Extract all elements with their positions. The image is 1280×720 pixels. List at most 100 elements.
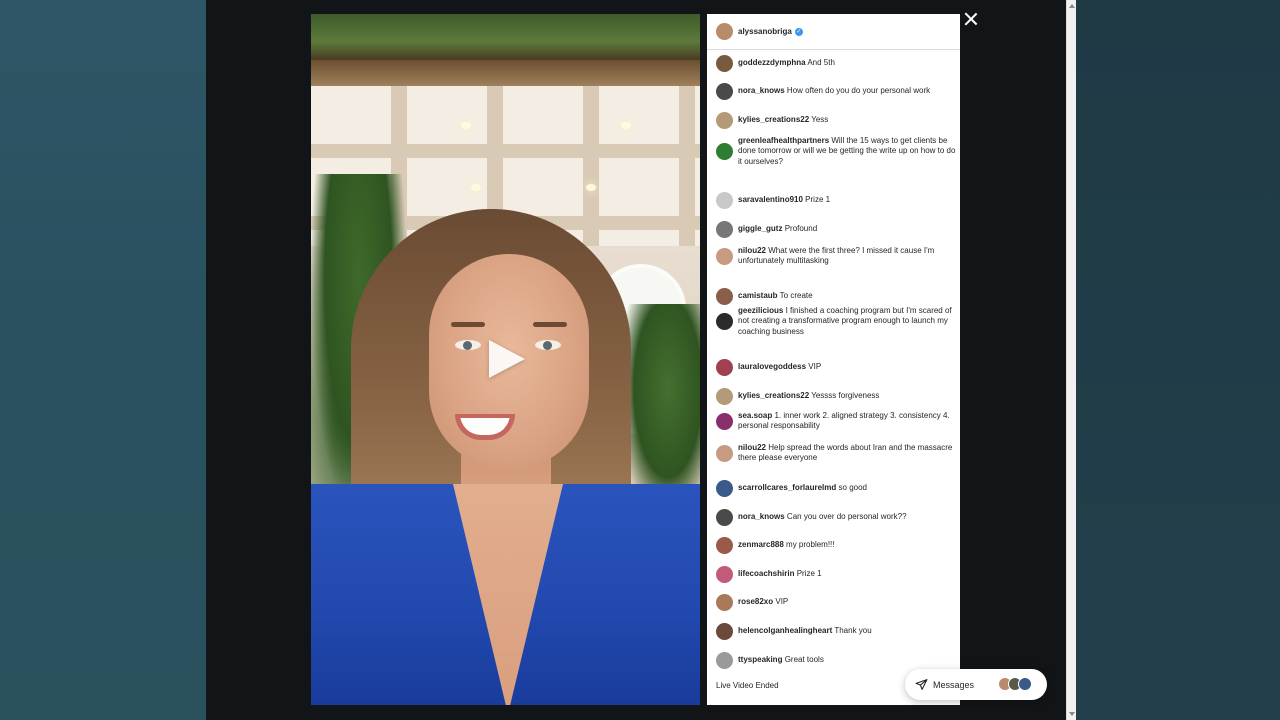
commenter-avatar[interactable] bbox=[716, 312, 733, 330]
host-avatar[interactable] bbox=[716, 23, 733, 40]
panel-header: alyssanobriga ✓ bbox=[707, 14, 960, 50]
comment-body: How often do you do your personal work bbox=[786, 86, 931, 96]
commenter-avatar[interactable] bbox=[716, 509, 733, 526]
comment-item[interactable]: camistaub To create bbox=[716, 288, 956, 305]
comment-item[interactable]: saravalentino910 Prize 1 bbox=[716, 192, 956, 209]
comment-text: lifecoachshirin Prize 1 bbox=[738, 569, 822, 579]
commenter-avatar[interactable] bbox=[716, 623, 733, 640]
comment-item[interactable]: greenleafhealthpartners Will the 15 ways… bbox=[716, 136, 956, 167]
comment-item[interactable]: lifecoachshirin Prize 1 bbox=[716, 566, 956, 583]
comment-item[interactable]: nora_knows How often do you do your pers… bbox=[716, 83, 956, 100]
commenter-avatar[interactable] bbox=[716, 247, 733, 265]
scroll-up-arrow-icon[interactable] bbox=[1069, 4, 1075, 8]
commenter-username[interactable]: scarrollcares_forlaurelmd bbox=[738, 483, 836, 492]
commenter-avatar[interactable] bbox=[716, 192, 733, 209]
comment-body: so good bbox=[838, 483, 867, 493]
commenter-username[interactable]: nilou22 bbox=[738, 246, 766, 255]
commenter-avatar[interactable] bbox=[716, 112, 733, 129]
commenter-username[interactable]: lauralovegoddess bbox=[738, 362, 806, 371]
comment-text: camistaub To create bbox=[738, 291, 813, 301]
close-icon[interactable] bbox=[963, 11, 979, 27]
commenter-username[interactable]: rose82xo bbox=[738, 597, 773, 606]
comment-item[interactable]: nilou22 What were the first three? I mis… bbox=[716, 246, 956, 267]
commenter-avatar[interactable] bbox=[716, 480, 733, 497]
comment-body: Help spread the words about Iran and the… bbox=[738, 443, 953, 463]
comment-body: Can you over do personal work?? bbox=[786, 512, 907, 522]
commenter-avatar[interactable] bbox=[716, 444, 733, 462]
comment-body: Prize 1 bbox=[796, 569, 822, 579]
scroll-down-arrow-icon[interactable] bbox=[1069, 712, 1075, 716]
comment-text: nilou22 Help spread the words about Iran… bbox=[738, 443, 956, 464]
comment-text: ttyspeaking Great tools bbox=[738, 655, 824, 665]
commenter-avatar[interactable] bbox=[716, 412, 733, 430]
paper-plane-icon bbox=[915, 679, 928, 690]
commenter-avatar[interactable] bbox=[716, 55, 733, 72]
comment-item[interactable]: lauralovegoddess VIP bbox=[716, 359, 956, 376]
commenter-username[interactable]: kylies_creations22 bbox=[738, 391, 809, 400]
commenter-avatar[interactable] bbox=[716, 388, 733, 405]
commenter-username[interactable]: giggle_gutz bbox=[738, 224, 782, 233]
commenter-username[interactable]: greenleafhealthpartners bbox=[738, 136, 829, 145]
commenter-username[interactable]: sea.soap bbox=[738, 411, 772, 420]
commenter-username[interactable]: geezilicious bbox=[738, 306, 783, 315]
comment-item[interactable]: ttyspeaking Great tools bbox=[716, 652, 956, 669]
comment-text: nora_knows How often do you do your pers… bbox=[738, 86, 930, 96]
commenter-username[interactable]: nora_knows bbox=[738, 512, 785, 521]
comment-body: What were the first three? I missed it c… bbox=[738, 246, 935, 266]
comment-text: nilou22 What were the first three? I mis… bbox=[738, 246, 956, 267]
live-status-text: Live Video Ended bbox=[716, 681, 779, 690]
video-hanging-plants bbox=[311, 14, 700, 60]
commenter-avatar[interactable] bbox=[716, 221, 733, 238]
avatar bbox=[1018, 677, 1032, 691]
play-icon[interactable] bbox=[489, 340, 525, 378]
commenter-username[interactable]: zenmarc888 bbox=[738, 540, 784, 549]
messages-button[interactable]: Messages bbox=[905, 669, 1047, 700]
comment-body: To create bbox=[779, 291, 813, 301]
comment-body: Thank you bbox=[834, 626, 872, 636]
host-username[interactable]: alyssanobriga bbox=[738, 27, 792, 36]
comment-item[interactable]: scarrollcares_forlaurelmd so good bbox=[716, 480, 956, 497]
comment-body: And 5th bbox=[807, 58, 835, 68]
comment-item[interactable]: geezilicious I finished a coaching progr… bbox=[716, 306, 956, 337]
comment-item[interactable]: sea.soap 1. inner work 2. aligned strate… bbox=[716, 411, 956, 432]
commenter-username[interactable]: kylies_creations22 bbox=[738, 115, 809, 124]
comment-item[interactable]: rose82xo VIP bbox=[716, 594, 956, 611]
comment-text: scarrollcares_forlaurelmd so good bbox=[738, 483, 867, 493]
commenter-username[interactable]: nora_knows bbox=[738, 86, 785, 95]
commenter-avatar[interactable] bbox=[716, 359, 733, 376]
commenter-avatar[interactable] bbox=[716, 594, 733, 611]
comment-body: Profound bbox=[784, 224, 818, 234]
comment-item[interactable]: zenmarc888 my problem!!! bbox=[716, 537, 956, 554]
commenter-avatar[interactable] bbox=[716, 566, 733, 583]
commenter-username[interactable]: lifecoachshirin bbox=[738, 569, 794, 578]
commenter-username[interactable]: ttyspeaking bbox=[738, 655, 782, 664]
comment-item[interactable]: nora_knows Can you over do personal work… bbox=[716, 509, 956, 526]
comment-item[interactable]: helencolganhealingheart Thank you bbox=[716, 623, 956, 640]
comment-body: Yessss forgiveness bbox=[811, 391, 880, 401]
commenter-avatar[interactable] bbox=[716, 83, 733, 100]
comment-body: VIP bbox=[775, 597, 789, 607]
comment-item[interactable]: nilou22 Help spread the words about Iran… bbox=[716, 443, 956, 464]
comment-item[interactable]: goddezzdymphna And 5th bbox=[716, 55, 956, 72]
page-background-left bbox=[0, 0, 206, 720]
commenter-username[interactable]: camistaub bbox=[738, 291, 778, 300]
commenter-avatar[interactable] bbox=[716, 142, 733, 160]
comment-text: rose82xo VIP bbox=[738, 597, 788, 607]
commenter-avatar[interactable] bbox=[716, 537, 733, 554]
commenter-avatar[interactable] bbox=[716, 288, 733, 305]
comment-text: sea.soap 1. inner work 2. aligned strate… bbox=[738, 411, 956, 432]
comment-item[interactable]: giggle_gutz Profound bbox=[716, 221, 956, 238]
video-beam bbox=[311, 60, 700, 86]
page-scrollbar[interactable] bbox=[1066, 0, 1076, 720]
comment-item[interactable]: kylies_creations22 Yessss forgiveness bbox=[716, 388, 956, 405]
comments-panel: alyssanobriga ✓ goddezzdymphna And 5th no… bbox=[707, 14, 960, 705]
comment-item[interactable]: kylies_creations22 Yess bbox=[716, 112, 956, 129]
commenter-username[interactable]: helencolganhealingheart bbox=[738, 626, 832, 635]
commenter-username[interactable]: saravalentino910 bbox=[738, 195, 803, 204]
verified-badge-icon: ✓ bbox=[794, 27, 803, 36]
commenter-username[interactable]: goddezzdymphna bbox=[738, 58, 806, 67]
commenter-username[interactable]: nilou22 bbox=[738, 443, 766, 452]
comment-body: VIP bbox=[808, 362, 822, 372]
messages-avatars bbox=[998, 677, 1032, 691]
commenter-avatar[interactable] bbox=[716, 652, 733, 669]
